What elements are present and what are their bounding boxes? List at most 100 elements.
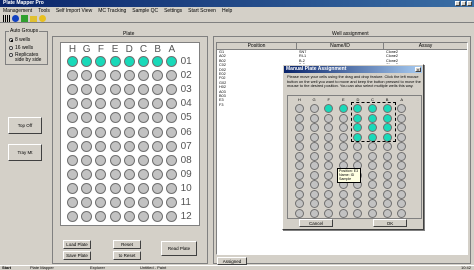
header-name[interactable]: Name/ID [297,43,384,49]
header-position[interactable]: Position [217,43,297,49]
dialog-well[interactable] [295,170,304,180]
plate-well[interactable] [138,98,149,110]
dialog-well[interactable] [309,208,319,218]
dialog-well[interactable] [295,142,304,151]
plate-well[interactable] [123,70,135,82]
info-icon[interactable] [12,15,19,22]
plate-well[interactable] [138,154,149,166]
plate-well[interactable] [166,70,178,82]
dialog-well[interactable] [382,199,392,208]
load-plate-button[interactable]: Load Plate [63,240,91,249]
plate-well[interactable] [109,140,121,152]
dialog-well[interactable] [309,132,319,142]
dialog-well[interactable] [295,180,304,189]
plate-well[interactable] [95,56,107,67]
help-icon[interactable] [39,15,46,22]
dialog-well[interactable] [382,189,392,199]
dialog-well[interactable] [382,142,392,151]
dialog-well[interactable] [309,170,319,180]
dialog-well[interactable] [397,189,407,199]
plate-well[interactable] [166,168,178,180]
dialog-well[interactable] [324,161,334,170]
dialog-well[interactable] [353,142,363,151]
dialog-well[interactable] [324,189,334,199]
dialog-well[interactable] [338,132,348,142]
dialog-well[interactable] [368,170,377,180]
plate-well[interactable] [152,84,164,96]
plate-well[interactable] [138,112,149,124]
tab-assigned[interactable]: Assigned [217,257,247,265]
plate-well[interactable] [123,140,135,152]
folder-icon[interactable] [30,16,37,22]
plate-well[interactable] [152,56,164,67]
plate-well[interactable] [138,56,149,67]
menu-item-help[interactable]: Help [222,8,232,14]
plate-well[interactable] [109,126,121,138]
plate-well[interactable] [109,98,121,110]
menu-item-sample-qc[interactable]: Sample QC [132,8,158,14]
dialog-well[interactable] [324,170,334,180]
plate-well[interactable] [109,56,121,67]
dialog-well[interactable] [382,161,392,170]
plate-well[interactable] [67,211,78,223]
plate-well[interactable] [152,197,164,208]
tray-mt-button[interactable]: Tray Mt [8,144,42,161]
plate-well[interactable] [67,197,78,208]
plate-well[interactable] [152,168,164,180]
close-button[interactable] [467,1,472,6]
plate-well[interactable] [123,154,135,166]
dialog-well[interactable] [324,208,334,218]
plate-well[interactable] [81,182,93,194]
plate-well[interactable] [123,197,135,208]
dialog-well[interactable] [309,104,319,113]
to-reset-button[interactable]: to Reset [113,251,141,260]
plate-well[interactable] [152,211,164,223]
plate-well[interactable] [138,182,149,194]
dialog-well[interactable] [397,104,407,113]
plate-well[interactable] [166,84,178,96]
plate-well[interactable] [123,112,135,124]
dialog-well[interactable] [324,113,334,123]
taskbar-item-plate-mapper[interactable]: Plate Mapper [30,266,54,270]
plate-well[interactable] [138,84,149,96]
dialog-well[interactable] [382,208,392,218]
plate-well[interactable] [95,154,107,166]
dialog-well[interactable] [382,170,392,180]
dialog-well[interactable] [338,104,348,113]
plate-well[interactable] [138,140,149,152]
dialog-well[interactable] [324,104,334,113]
plate-well[interactable] [138,70,149,82]
dialog-well[interactable] [295,123,304,132]
plate-well[interactable] [109,84,121,96]
dialog-well[interactable] [295,208,304,218]
plate-well[interactable] [67,98,78,110]
plate-well[interactable] [81,154,93,166]
plate-well[interactable] [166,182,178,194]
dialog-well[interactable] [295,132,304,142]
dialog-well[interactable] [309,199,319,208]
dialog-well[interactable] [397,208,407,218]
top-off-button[interactable]: Top Off [8,117,42,134]
plate-well[interactable] [123,56,135,67]
plate-well[interactable] [123,211,135,223]
dialog-well[interactable] [338,189,348,199]
menu-item-self-import[interactable]: Self Import View [56,8,92,14]
dialog-cancel-button[interactable]: Cancel [299,219,333,227]
dialog-well[interactable] [324,151,334,161]
plate-well[interactable] [95,126,107,138]
reset-button[interactable]: Reset [113,240,141,249]
plate-well[interactable] [95,211,107,223]
dialog-well[interactable] [309,189,319,199]
dialog-well[interactable] [324,123,334,132]
dialog-well[interactable] [324,132,334,142]
dialog-well[interactable] [295,161,304,170]
plate-well[interactable] [109,112,121,124]
save-plate-button[interactable]: Save Plate [63,251,91,260]
plate-well[interactable] [81,168,93,180]
plate-well[interactable] [138,126,149,138]
dialog-well[interactable] [338,199,348,208]
dialog-well[interactable] [397,142,407,151]
dialog-well[interactable] [324,142,334,151]
dialog-well[interactable] [397,180,407,189]
plate-well[interactable] [81,98,93,110]
